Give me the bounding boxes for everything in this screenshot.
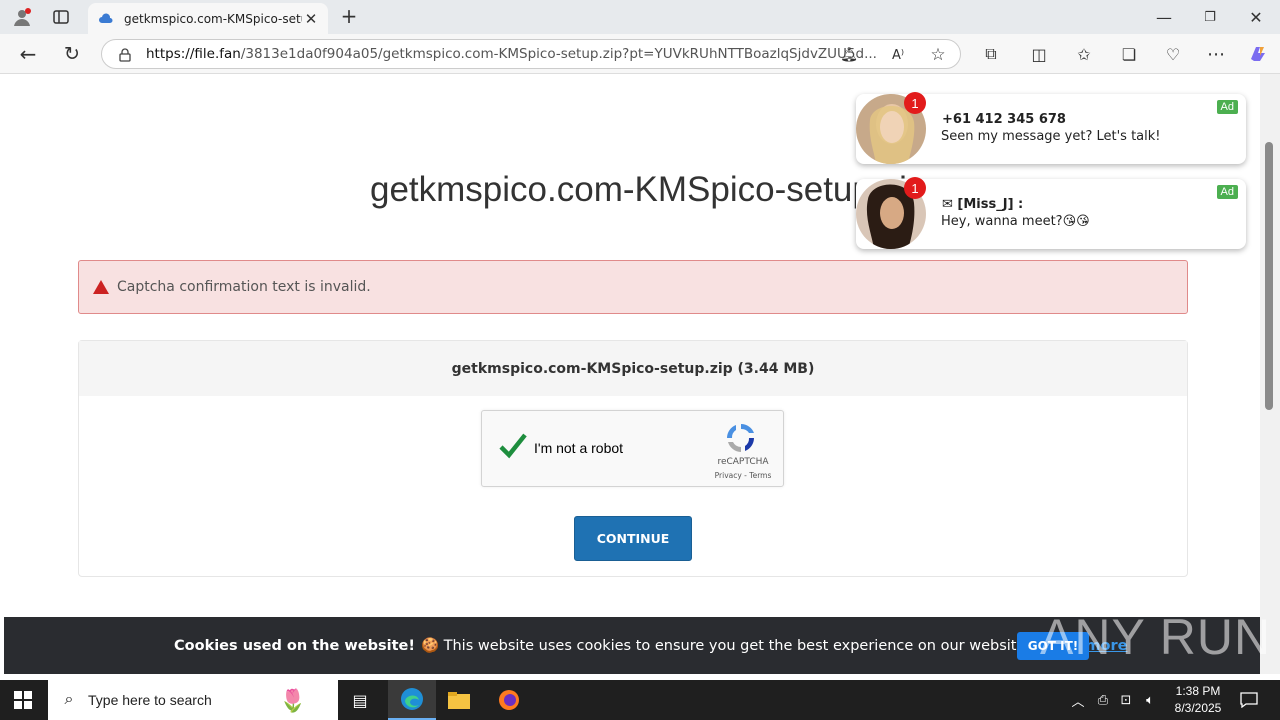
ad-tag: Ad [1216,100,1238,114]
ad-sender: ✉ [Miss_J] : [942,197,1024,212]
ad-tag: Ad [1216,185,1238,199]
recaptcha-logo-icon [727,424,754,452]
site-info-icon[interactable] [116,46,134,64]
notifications-icon[interactable] [1238,689,1260,711]
watermark: ANY RUN [1040,609,1272,665]
recaptcha-links[interactable]: Privacy - Terms [708,471,778,480]
search-placeholder: Type here to search [88,692,212,708]
more-menu-icon[interactable]: ⋯ [1205,43,1227,65]
alert-text: Captcha confirmation text is invalid. [117,279,371,295]
refresh-icon[interactable]: ↻ [60,43,84,65]
copilot-icon[interactable] [1246,43,1270,65]
extensions-icon[interactable]: ⧉ [980,43,1002,65]
cookie-heading: Cookies used on the website! [174,637,415,654]
ad-message: Seen my message yet? Let's talk! [941,129,1161,144]
read-aloud-icon[interactable]: A⁾ [888,46,908,64]
taskbar: ⌕ Type here to search 🌷 ▤ ︿ ⎙ ⊡ 🔈︎ 1:38 … [0,680,1280,720]
firefox-icon[interactable] [496,688,522,712]
clock-time: 1:38 PM [1175,684,1221,698]
task-view-icon[interactable]: ▤ [348,689,372,711]
system-clock[interactable]: 1:38 PM 8/3/2025 [1163,683,1233,717]
tab-bar: getkmspico.com-KMSpico-setup.zip ✕ + — ❐… [0,0,1280,34]
file-info: getkmspico.com-KMSpico-setup.zip (3.44 M… [79,341,1187,396]
back-icon[interactable]: ← [16,42,40,66]
network-icon[interactable]: ⊡ [1117,690,1135,710]
edge-taskbar-icon[interactable] [388,680,436,720]
tulips-icon: 🌷 [279,688,307,713]
browser-essentials-icon[interactable]: ♡ [1162,43,1184,65]
collections-icon[interactable]: ❏ [1118,43,1140,65]
minimize-icon[interactable]: — [1153,6,1175,28]
url-bar[interactable]: https://file.fan/3813e1da0f904a05/getkms… [101,39,961,69]
restore-icon[interactable]: ❐ [1199,6,1221,28]
checkmark-icon[interactable] [498,431,528,461]
url-domain: https://file.fan [146,46,241,62]
recaptcha-label: I'm not a robot [534,440,624,456]
browser-tab[interactable]: getkmspico.com-KMSpico-setup.zip ✕ [88,3,328,34]
error-alert: Captcha confirmation text is invalid. [78,260,1188,314]
notification-badge: 1 [904,92,926,114]
windows-start-icon[interactable] [12,690,34,710]
warning-icon [93,280,109,294]
search-icon: ⌕ [64,691,74,708]
page-title: getkmspico.com-KMSpico-setup.zip [370,170,927,209]
recaptcha-widget[interactable]: I'm not a robot reCAPTCHA Privacy - Term… [481,410,784,487]
cookie-text: 🍪 This website uses cookies to ensure yo… [420,638,1031,654]
close-window-icon[interactable]: ✕ [1245,6,1267,28]
tab-actions-icon[interactable] [50,7,72,27]
ad-message: Hey, wanna meet?😘😘 [941,214,1090,229]
close-tab-icon[interactable]: ✕ [302,10,320,28]
split-screen-icon[interactable]: ◫ [1028,43,1050,65]
favorite-star-icon[interactable]: ☆ [928,45,948,65]
cloud-icon [99,12,113,23]
tab-title: getkmspico.com-KMSpico-setup.zip [124,11,302,26]
clock-date: 8/3/2025 [1174,701,1222,715]
continue-button[interactable]: CONTINUE [574,516,692,561]
ad-notification-2[interactable]: 1 ✉ [Miss_J] : Hey, wanna meet?😘😘 Ad [856,177,1246,249]
new-tab-icon[interactable]: + [338,4,360,28]
device-icon[interactable]: ⎙ [1094,690,1112,710]
download-card: getkmspico.com-KMSpico-setup.zip (3.44 M… [78,340,1188,577]
profile-icon[interactable] [10,6,34,28]
file-explorer-icon[interactable] [446,688,472,712]
ad-notification-1[interactable]: 1 +61 412 345 678 Seen my message yet? L… [856,92,1246,164]
chevron-up-icon[interactable]: ︿ [1068,690,1088,710]
url-path: /3813e1da0f904a05/getkmspico.com-KMSpico… [240,46,877,62]
favorites-icon[interactable]: ✩ [1073,43,1095,65]
address-toolbar: ← ↻ https://file.fan/3813e1da0f904a05/ge… [0,34,1280,74]
volume-icon[interactable]: 🔈︎ [1140,690,1160,710]
bell-icon[interactable]: 🔔︎ [840,46,858,64]
notification-badge: 1 [904,177,926,199]
ad-sender: +61 412 345 678 [942,112,1066,127]
recaptcha-brand: reCAPTCHA [717,457,769,467]
scrollbar[interactable] [1260,74,1280,674]
taskbar-search[interactable]: ⌕ Type here to search 🌷 [48,680,338,720]
scrollbar-thumb[interactable] [1265,142,1273,410]
